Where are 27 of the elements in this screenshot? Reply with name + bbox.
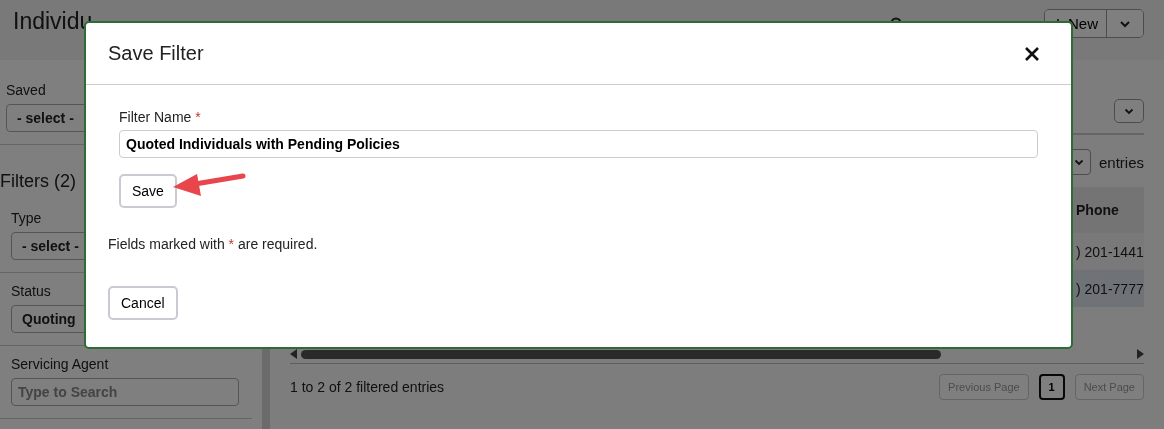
- save-button[interactable]: Save: [119, 174, 177, 208]
- cancel-button[interactable]: Cancel: [108, 286, 178, 320]
- close-button[interactable]: [1023, 44, 1041, 63]
- page-number-button[interactable]: 1: [1038, 374, 1065, 400]
- table-cell: ) 201-7777: [1076, 280, 1144, 297]
- column-header: Phone: [1076, 202, 1120, 218]
- field-label: Saved: [6, 82, 47, 98]
- scroll-right-icon[interactable]: [1137, 349, 1144, 359]
- scroll-left-icon[interactable]: [290, 349, 297, 359]
- filter-name-field[interactable]: Quoted Individuals with Pending Policies: [119, 130, 1038, 158]
- collapse-button[interactable]: [1114, 99, 1144, 123]
- filters-heading: Filters (2): [0, 170, 76, 193]
- chevron-down-icon: [1119, 20, 1131, 28]
- scrollbar-thumb[interactable]: [301, 349, 941, 359]
- chevron-down-icon: [1124, 107, 1134, 115]
- field-label: Type: [11, 210, 43, 226]
- chevron-down-icon: [1073, 158, 1084, 166]
- dropdown-button[interactable]: [1107, 10, 1143, 37]
- search-field[interactable]: Type to Search: [11, 378, 239, 406]
- field-label: Filter Name *: [119, 109, 202, 125]
- field-label: Status: [11, 283, 52, 299]
- table-cell: ) 201-1441: [1076, 243, 1144, 260]
- field-label: Servicing Agent: [11, 356, 110, 372]
- entries-label: entries: [1098, 153, 1144, 171]
- dialog-title: Save Filter: [108, 42, 204, 65]
- required-note: Fields marked with * are required.: [108, 236, 318, 252]
- entries-summary: 1 to 2 of 2 filtered entries: [290, 379, 445, 395]
